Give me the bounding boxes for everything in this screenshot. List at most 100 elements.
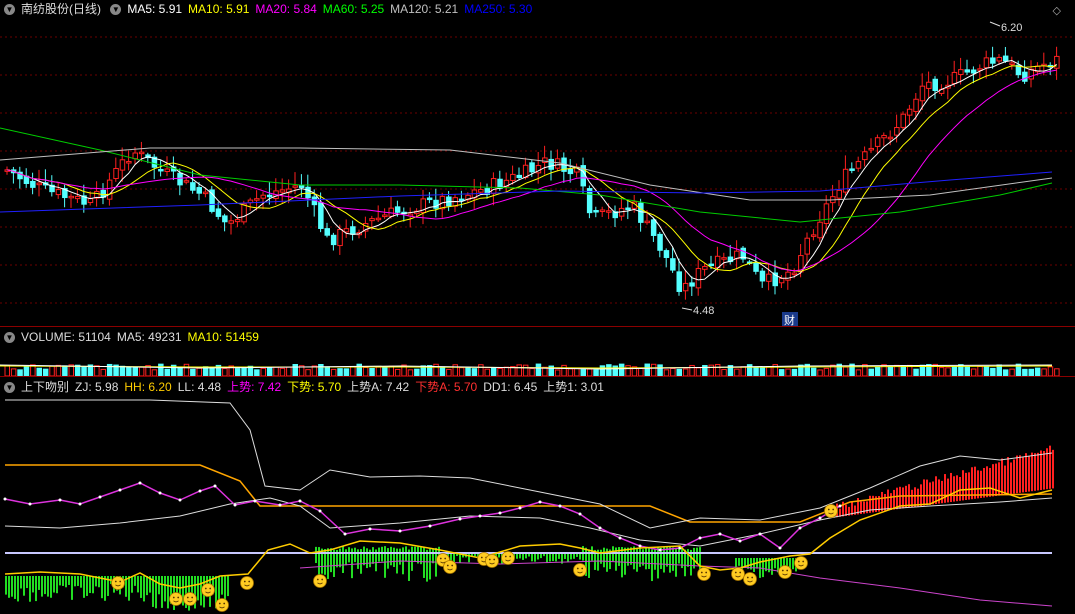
histogram-bar-green — [378, 548, 380, 562]
volume-bar — [184, 364, 189, 376]
volume-bar — [626, 366, 631, 376]
ma-legend-item: MA10: 5.91 — [188, 2, 249, 16]
histogram-bar-red — [977, 470, 979, 498]
diamond-icon[interactable]: ◇ — [1053, 4, 1061, 17]
volume-bar — [127, 367, 132, 376]
histogram-bar-green — [408, 550, 410, 581]
shang-shi-dot — [254, 500, 257, 503]
histogram-bar-red — [893, 490, 895, 510]
histogram-bar-green — [354, 548, 356, 562]
shang-shi-dot — [399, 530, 402, 533]
volume-bar — [523, 365, 528, 376]
shang-shi-dot — [719, 533, 722, 536]
candle — [88, 199, 93, 203]
candle — [1003, 56, 1008, 61]
candle — [760, 271, 765, 281]
candle — [811, 235, 816, 237]
histogram-bar-green — [372, 547, 374, 564]
shang-shi-dot — [59, 499, 62, 502]
histogram-bar-green — [101, 576, 103, 598]
volume-menu-icon[interactable]: ▼ — [4, 332, 15, 343]
volume-bar — [338, 369, 343, 376]
indicator-menu-icon[interactable]: ▼ — [4, 382, 15, 393]
volume-bar — [786, 369, 791, 376]
shang-shi-dot — [119, 489, 122, 492]
histogram-bar-green — [146, 576, 148, 595]
volume-bar — [133, 367, 138, 376]
histogram-bar-green — [221, 576, 223, 595]
candle — [952, 72, 957, 83]
volume-panel[interactable]: ▼VOLUME: 51104MA5: 49231MA10: 51459 — [0, 328, 1075, 376]
candle — [549, 159, 554, 169]
shang-shi-dot — [659, 549, 662, 552]
price-chart-panel[interactable]: 6.204.48财 ▼南纺股份(日线) ▼MA5: 5.91MA10: 5.91… — [0, 0, 1075, 326]
histogram-bar-green — [161, 576, 163, 608]
candle — [882, 135, 887, 137]
candle — [965, 70, 970, 72]
candle — [568, 169, 573, 173]
volume-bar — [11, 369, 16, 376]
indicator-chart[interactable] — [0, 378, 1075, 614]
candle — [869, 148, 874, 150]
histogram-bar-green — [363, 547, 365, 566]
volume-bar — [984, 366, 989, 376]
high-marker — [990, 22, 1000, 26]
shang-shi-dot — [79, 503, 82, 506]
candle — [261, 195, 266, 198]
histogram-bar-green — [50, 576, 52, 598]
indicator-legend-item: 上势A: 7.42 — [347, 380, 409, 394]
volume-bar — [658, 365, 663, 376]
volume-bar — [1029, 369, 1034, 376]
shang-shi-dot — [234, 504, 237, 507]
collapse-toggle-icon[interactable]: ▼ — [4, 4, 15, 15]
candle — [165, 169, 170, 171]
candle — [139, 152, 144, 154]
histogram-bar-red — [1016, 456, 1018, 494]
histogram-bar-green — [390, 547, 392, 565]
shang-shi-dot — [759, 533, 762, 536]
candlestick-chart[interactable]: 6.204.48财 — [0, 0, 1075, 326]
volume-bar — [24, 367, 29, 376]
candle — [191, 183, 196, 191]
histogram-bar-green — [158, 576, 160, 594]
stock-title: 南纺股份(日线) — [21, 2, 101, 16]
candle — [184, 181, 189, 183]
smiley-icon — [574, 564, 587, 577]
histogram-bar-red — [986, 466, 988, 497]
shang-shi-dot — [459, 518, 462, 521]
volume-bar — [952, 367, 957, 376]
indicator-legend-item: ZJ: 5.98 — [75, 380, 118, 394]
volume-bar — [331, 369, 336, 376]
volume-bar — [191, 369, 196, 376]
candle — [645, 221, 650, 223]
volume-bar — [415, 369, 420, 376]
ma-legend-item: MA120: 5.21 — [390, 2, 458, 16]
shang-shi-dot — [299, 500, 302, 503]
volume-bar — [376, 367, 381, 376]
candle — [690, 283, 695, 286]
indicator-menu-icon[interactable]: ▼ — [110, 4, 121, 15]
shang-shi-dot — [579, 513, 582, 516]
histogram-bar-green — [738, 558, 740, 566]
candle — [709, 264, 714, 266]
volume-bar — [946, 368, 951, 376]
histogram-bar-green — [366, 548, 368, 568]
candle — [389, 208, 394, 216]
shang-shi-dot — [619, 537, 622, 540]
indicator-panel[interactable]: ▼上下吻别ZJ: 5.98HH: 6.20LL: 4.48上势: 7.42下势:… — [0, 378, 1075, 614]
volume-bar — [754, 368, 759, 376]
histogram-bar-green — [143, 576, 145, 601]
histogram-bar-red — [914, 487, 916, 507]
candle — [280, 190, 285, 192]
shang-shi-dot — [599, 527, 602, 530]
histogram-bar-red — [1049, 446, 1051, 489]
histogram-bar-green — [699, 547, 701, 570]
histogram-bar-red — [1022, 457, 1024, 493]
candle — [114, 168, 119, 178]
candle — [197, 188, 202, 194]
histogram-bar-green — [657, 547, 659, 579]
volume-bar — [293, 365, 298, 376]
candle — [907, 109, 912, 115]
shang-shi-dot — [819, 517, 822, 520]
candle — [837, 190, 842, 198]
